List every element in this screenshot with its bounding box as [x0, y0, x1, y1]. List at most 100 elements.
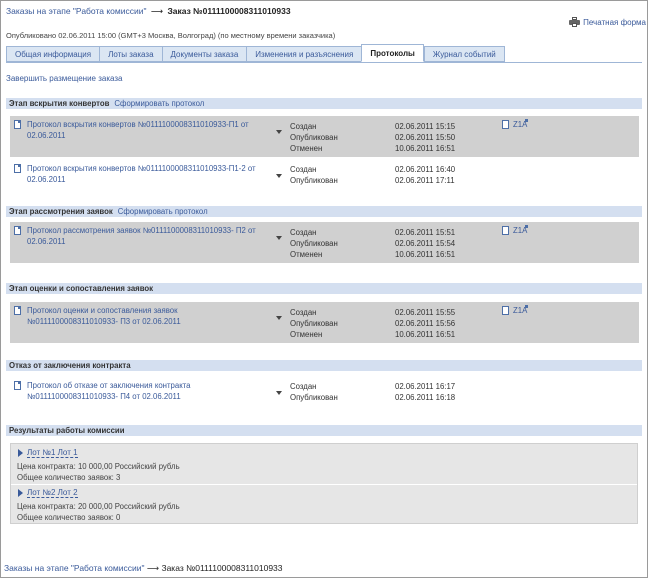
status-date: 02.06.2011 15:56 [395, 319, 456, 328]
section-header: Отказ от заключения контракта [6, 360, 642, 371]
status-label: Опубликован [290, 133, 338, 142]
tab-protocols[interactable]: Протоколы [361, 44, 424, 62]
status-date: 02.06.2011 15:51 [395, 228, 456, 237]
dropdown-arrow-icon[interactable] [276, 174, 282, 178]
attachment-file-icon [502, 226, 509, 235]
breadcrumb-parent-link[interactable]: Заказы на этапе "Работа комиссии" [6, 6, 147, 16]
breadcrumb-arrow: ⟶ [150, 6, 164, 16]
finish-placement-link[interactable]: Завершить размещение заказа [6, 74, 122, 83]
dropdown-arrow-icon[interactable] [276, 130, 282, 134]
dropdown-arrow-icon[interactable] [276, 316, 282, 320]
document-icon [14, 226, 21, 235]
breadcrumb-arrow: ⟶ [146, 563, 160, 573]
tab-general-info[interactable]: Общая информация [6, 46, 100, 62]
section-title: Отказ от заключения контракта [9, 361, 131, 370]
status-date: 02.06.2011 17:11 [395, 176, 455, 185]
tab-bar: Общая информация Лоты заказа Документы з… [6, 44, 505, 62]
lot-application-count: Общее количество заявок: 0 [17, 513, 121, 522]
lot-expander[interactable]: Лот №2 Лот 2 [18, 488, 78, 498]
breadcrumb-current: Заказ №0111100008311010933 [161, 563, 283, 573]
protocol-record: Протокол вскрытия конвертов №01111000083… [10, 160, 639, 190]
document-icon [14, 120, 21, 129]
dropdown-arrow-icon[interactable] [276, 391, 282, 395]
section-header: Этап оценки и сопоставления заявок [6, 283, 642, 294]
section-header: Этап вскрытия конвертов Сформировать про… [6, 98, 642, 109]
tab-lots[interactable]: Лоты заказа [99, 46, 162, 62]
status-label: Создан [290, 228, 317, 237]
attachment-file-icon [502, 306, 509, 315]
lot-link[interactable]: Лот №1 Лот 1 [27, 448, 78, 458]
lot-item: Лот №2 Лот 2 Цена контракта: 20 000,00 Р… [11, 485, 637, 525]
status-label: Отменен [290, 330, 323, 339]
lot-item: Лот №1 Лот 1 Цена контракта: 10 000,00 Р… [11, 444, 637, 484]
lot-expander[interactable]: Лот №1 Лот 1 [18, 448, 78, 458]
section-title: Результаты работы комиссии [9, 426, 125, 435]
section-header: Этап рассмотрения заявок Сформировать пр… [6, 206, 642, 217]
status-date: 02.06.2011 15:55 [395, 308, 456, 317]
status-date: 02.06.2011 15:15 [395, 122, 456, 131]
generate-protocol-link[interactable]: Сформировать протокол [118, 207, 208, 216]
attachment[interactable]: Z1A [502, 226, 527, 235]
protocol-record: Протокол вскрытия конвертов №01111000083… [10, 116, 639, 157]
status-label: Создан [290, 122, 317, 131]
dropdown-arrow-icon[interactable] [276, 236, 282, 240]
section-title: Этап вскрытия конвертов [9, 99, 110, 108]
expand-triangle-icon [18, 449, 23, 457]
tab-event-log[interactable]: Журнал событий [423, 46, 505, 62]
document-icon [14, 164, 21, 173]
print-form-link[interactable]: Печатная форма [569, 17, 646, 27]
section-refusal: Отказ от заключения контракта Протокол о… [6, 360, 642, 407]
status-date: 10.06.2011 16:51 [395, 144, 456, 153]
protocol-link[interactable]: Протокол вскрытия конвертов №01111000083… [27, 120, 267, 141]
section-opening: Этап вскрытия конвертов Сформировать про… [6, 98, 642, 190]
attachment-file-icon [502, 120, 509, 129]
status-date: 02.06.2011 16:40 [395, 165, 456, 174]
breadcrumb-bottom: Заказы на этапе "Работа комиссии" ⟶ Зака… [4, 563, 283, 574]
status-label: Опубликован [290, 176, 338, 185]
status-date: 02.06.2011 15:54 [395, 239, 456, 248]
lot-link[interactable]: Лот №2 Лот 2 [27, 488, 78, 498]
document-icon [14, 306, 21, 315]
status-label: Опубликован [290, 239, 338, 248]
section-results: Результаты работы комиссии [6, 425, 642, 436]
protocol-link[interactable]: Протокол рассмотрения заявок №0111100008… [27, 226, 267, 247]
status-date: 02.06.2011 16:17 [395, 382, 456, 391]
breadcrumb-current: Заказ №0111100008311010933 [167, 6, 291, 16]
generate-protocol-link[interactable]: Сформировать протокол [114, 99, 204, 108]
attachment[interactable]: Z1A [502, 120, 527, 129]
tab-divider [6, 62, 642, 63]
status-label: Опубликован [290, 319, 338, 328]
protocol-record: Протокол оценки и сопоставления заявок №… [10, 302, 639, 343]
section-evaluation: Этап оценки и сопоставления заявок Прото… [6, 283, 642, 343]
lot-price: Цена контракта: 10 000,00 Российский руб… [17, 462, 180, 471]
tab-changes[interactable]: Изменения и разъяснения [246, 46, 362, 62]
section-header: Результаты работы комиссии [6, 425, 642, 436]
status-label: Опубликован [290, 393, 338, 402]
breadcrumb-parent-link[interactable]: Заказы на этапе "Работа комиссии" [4, 563, 145, 573]
protocol-link[interactable]: Протокол оценки и сопоставления заявок №… [27, 306, 267, 327]
tab-documents[interactable]: Документы заказа [161, 46, 247, 62]
status-label: Отменен [290, 250, 323, 259]
breadcrumb: Заказы на этапе "Работа комиссии" ⟶ Зака… [6, 6, 291, 17]
printer-icon [569, 17, 581, 27]
status-date: 10.06.2011 16:51 [395, 330, 456, 339]
status-date: 02.06.2011 16:18 [395, 393, 456, 402]
section-title: Этап рассмотрения заявок [9, 207, 113, 216]
status-label: Создан [290, 165, 317, 174]
print-form-label[interactable]: Печатная форма [583, 18, 646, 27]
protocol-record: Протокол рассмотрения заявок №0111100008… [10, 222, 639, 263]
results-box: Лот №1 Лот 1 Цена контракта: 10 000,00 Р… [10, 443, 638, 524]
status-label: Создан [290, 382, 317, 391]
expand-triangle-icon [18, 489, 23, 497]
status-date: 02.06.2011 15:50 [395, 133, 456, 142]
document-icon [14, 381, 21, 390]
lot-application-count: Общее количество заявок: 3 [17, 473, 121, 482]
protocol-link[interactable]: Протокол об отказе от заключения контрак… [27, 381, 267, 402]
attachment[interactable]: Z1A [502, 306, 527, 315]
status-label: Отменен [290, 144, 323, 153]
protocol-link[interactable]: Протокол вскрытия конвертов №01111000083… [27, 164, 267, 185]
section-title: Этап оценки и сопоставления заявок [9, 284, 154, 293]
published-info: Опубликовано 02.06.2011 15:00 (GMT+3 Мос… [6, 31, 336, 40]
lot-price: Цена контракта: 20 000,00 Российский руб… [17, 502, 180, 511]
status-date: 10.06.2011 16:51 [395, 250, 456, 259]
